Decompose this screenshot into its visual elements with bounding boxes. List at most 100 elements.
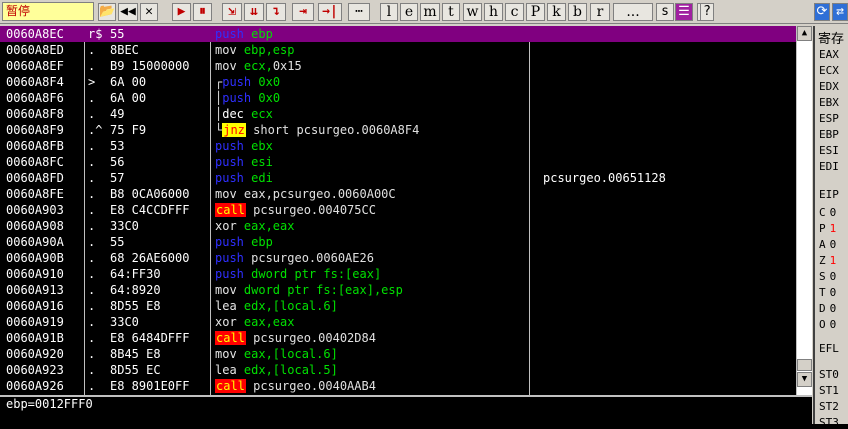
disasm-row[interactable]: 0060A8EF. B9 15000000 mov ecx,0x15 bbox=[0, 58, 796, 74]
disasm-row[interactable]: 0060A903. E8 C4CCDFFF call pcsurgeo.004075… bbox=[0, 202, 796, 218]
disasm-row[interactable]: 0060A8FC. 56 push esi bbox=[0, 154, 796, 170]
flag-value: 0 bbox=[829, 286, 837, 299]
call-stack-button[interactable]: k bbox=[547, 3, 566, 21]
disasm-row[interactable]: 0060A926. E8 8901E0FF call pcsurgeo.0040AA… bbox=[0, 378, 796, 394]
cpu-button[interactable]: c bbox=[505, 3, 524, 21]
step-over-button[interactable]: ⇊ bbox=[244, 3, 264, 21]
disassembly-scrollbar[interactable]: ▲ ▼ bbox=[796, 26, 812, 395]
patches-button[interactable]: P bbox=[526, 3, 545, 21]
threads-button[interactable]: t bbox=[442, 3, 460, 21]
register-ebp[interactable]: EBP bbox=[819, 128, 839, 141]
handles-button[interactable]: h bbox=[484, 3, 503, 21]
register-edi[interactable]: EDI bbox=[819, 160, 839, 173]
disasm-row[interactable]: 0060A923. 8D55 EC lea edx,[local.5] bbox=[0, 362, 796, 378]
disasm-row[interactable]: 0060A916. 8D55 E8 lea edx,[local.6] bbox=[0, 298, 796, 314]
flag-value: 0 bbox=[829, 302, 837, 315]
flag-d[interactable]: D0 bbox=[819, 302, 836, 315]
disasm-row[interactable]: 0060A8EC r$ 55 push ebp bbox=[0, 26, 796, 42]
restart-button[interactable]: ◀◀ bbox=[118, 3, 138, 21]
row-address: 0060A910 bbox=[6, 267, 64, 281]
disasm-row[interactable]: 0060A8FD. 57 push edi pcsurgeo.00651128 bbox=[0, 170, 796, 186]
row-address: 0060A920 bbox=[6, 347, 64, 361]
breakpoints-button[interactable]: b bbox=[568, 3, 587, 21]
disasm-row[interactable]: 0060A8FE. B8 0CA06000 mov eax,pcsurgeo.006… bbox=[0, 186, 796, 202]
pause-button[interactable]: ⏸ bbox=[193, 3, 212, 21]
goto-button[interactable]: ⋯ bbox=[348, 3, 370, 21]
disasm-row[interactable]: 0060A910. 64:FF30 push dword ptr fs:[eax] bbox=[0, 266, 796, 282]
flag-p[interactable]: P1 bbox=[819, 222, 836, 235]
row-hex: E8 C4CCDFFF bbox=[110, 203, 190, 217]
row-disassembly: xor eax,eax bbox=[215, 218, 294, 234]
row-hex: 8BEC bbox=[110, 43, 139, 57]
register-eip[interactable]: EIP bbox=[819, 188, 839, 201]
register-ecx[interactable]: ECX bbox=[819, 64, 839, 77]
open-button[interactable]: 📂 bbox=[98, 3, 116, 21]
disasm-row[interactable]: 0060A8F9 .^ 75 F9 └jnz short pcsurgeo.0060A… bbox=[0, 122, 796, 138]
disasm-row[interactable]: 0060A90B. 68 26AE6000 push pcsurgeo.0060AE… bbox=[0, 250, 796, 266]
log-button[interactable]: l bbox=[380, 3, 398, 21]
flag-z[interactable]: Z1 bbox=[819, 254, 836, 267]
row-hex: 6A 00 bbox=[110, 75, 147, 89]
flag-a[interactable]: A0 bbox=[819, 238, 836, 251]
scroll-up-button[interactable]: ▲ bbox=[797, 26, 812, 41]
disasm-row[interactable]: 0060A8FB. 53 push ebx bbox=[0, 138, 796, 154]
disasm-row[interactable]: 0060A920. 8B45 E8 mov eax,[local.6] bbox=[0, 346, 796, 362]
disasm-row[interactable]: 0060A913. 64:8920 mov dword ptr fs:[eax],e… bbox=[0, 282, 796, 298]
disasm-token: dec bbox=[222, 107, 244, 121]
flag-t[interactable]: T0 bbox=[819, 286, 836, 299]
windows-button[interactable]: w bbox=[463, 3, 482, 21]
step-into-button[interactable]: ⇲ bbox=[222, 3, 242, 21]
disasm-row[interactable]: 0060A91B. E8 6484DFFF call pcsurgeo.00402D… bbox=[0, 330, 796, 346]
trace-into-button[interactable]: ↴ bbox=[266, 3, 286, 21]
references-button[interactable]: r bbox=[590, 3, 610, 21]
registers-panel[interactable]: 寄存 EAX ECX EDX EBX ESP EBP ESI EDI EIP C 0 P 1 A 0 Z 1 S 0… bbox=[813, 26, 848, 429]
disasm-row[interactable]: 0060A90A. 55 push ebp bbox=[0, 234, 796, 250]
disasm-row[interactable]: 0060A908. 33C0 xor eax,eax bbox=[0, 218, 796, 234]
row-disassembly: mov dword ptr fs:[eax],esp bbox=[215, 282, 403, 298]
disasm-row[interactable]: 0060A8ED. 8BEC mov ebp,esp bbox=[0, 42, 796, 58]
memory-button[interactable]: m bbox=[420, 3, 440, 21]
flag-s[interactable]: S0 bbox=[819, 270, 836, 283]
debugger-window: 暂停 📂◀◀✕▶⏸⇲⇊↴⇥→|⋯lemtwhcPkbr...s☰W⟳⇄? 006… bbox=[0, 0, 848, 429]
row-jump-marker: . bbox=[88, 363, 96, 377]
disasm-row[interactable]: 0060A8F6. 6A 00 │push 0x0 bbox=[0, 90, 796, 106]
register-eax[interactable]: EAX bbox=[819, 48, 839, 61]
register-edx[interactable]: EDX bbox=[819, 80, 839, 93]
scroll-thumb[interactable] bbox=[797, 359, 812, 371]
register-st1[interactable]: ST1 bbox=[819, 384, 839, 397]
row-disassembly: push dword ptr fs:[eax] bbox=[215, 266, 381, 282]
register-efl[interactable]: EFL bbox=[819, 342, 839, 355]
source-button[interactable]: s bbox=[656, 3, 674, 21]
disasm-row[interactable]: 0060A8F8. 49 │dec ecx bbox=[0, 106, 796, 122]
register-esp[interactable]: ESP bbox=[819, 112, 839, 125]
register-st0[interactable]: ST0 bbox=[819, 368, 839, 381]
extra-help-button[interactable]: ? bbox=[700, 3, 714, 21]
flag-c[interactable]: C0 bbox=[819, 206, 836, 219]
run-trace-button[interactable]: ... bbox=[613, 3, 653, 21]
disasm-token: mov bbox=[215, 43, 237, 57]
refresh-icon[interactable]: ⟳ bbox=[814, 3, 830, 21]
flag-value: 1 bbox=[829, 254, 837, 267]
disasm-row[interactable]: 0060A919. 33C0 xor eax,eax bbox=[0, 314, 796, 330]
disasm-token: eax,eax bbox=[236, 315, 295, 329]
register-esi[interactable]: ESI bbox=[819, 144, 839, 157]
row-address: 0060A8ED bbox=[6, 43, 64, 57]
close-button[interactable]: ✕ bbox=[140, 3, 158, 21]
row-hex: 75 F9 bbox=[110, 123, 147, 137]
flag-o[interactable]: O0 bbox=[819, 318, 836, 331]
options-button[interactable]: ☰ bbox=[675, 3, 693, 21]
run-button[interactable]: ▶ bbox=[172, 3, 191, 21]
disassembly-panel[interactable]: 0060A8EC r$ 55 push ebp 0060A8ED. 8BEC mov ebp… bbox=[0, 26, 812, 395]
toggle-icon[interactable]: ⇄ bbox=[832, 3, 848, 21]
disasm-row[interactable]: 0060A8F4 >6A 00 ┌push 0x0 bbox=[0, 74, 796, 90]
scroll-down-button[interactable]: ▼ bbox=[797, 372, 812, 387]
register-st2[interactable]: ST2 bbox=[819, 400, 839, 413]
modules-button[interactable]: e bbox=[400, 3, 418, 21]
disasm-token: ebp bbox=[243, 27, 273, 41]
disasm-token: push bbox=[222, 75, 252, 89]
register-st3[interactable]: ST3 bbox=[819, 416, 839, 429]
info-text: ebp=0012FFF0 bbox=[6, 397, 93, 411]
register-ebx[interactable]: EBX bbox=[819, 96, 839, 109]
execute-till-return-button[interactable]: →| bbox=[318, 3, 342, 21]
trace-over-button[interactable]: ⇥ bbox=[292, 3, 314, 21]
